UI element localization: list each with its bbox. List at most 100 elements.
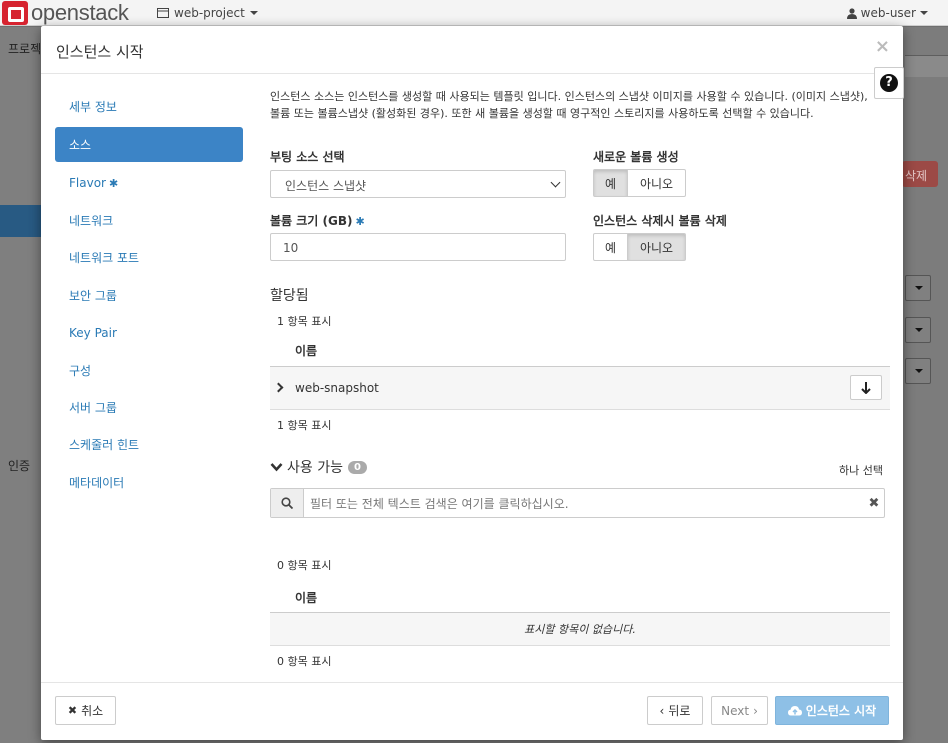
chevron-down-icon xyxy=(270,463,283,472)
nav-label: 구성 xyxy=(69,363,92,378)
background-sidebar xyxy=(0,27,42,743)
cloud-upload-icon xyxy=(787,706,802,716)
nav-item-flavor[interactable]: Flavor ✱ xyxy=(55,164,243,201)
volume-size-label-text: 볼륨 크기 (GB) xyxy=(270,214,353,228)
volume-size-label: 볼륨 크기 (GB) ✱ xyxy=(270,212,365,229)
clear-search-icon[interactable]: ✖ xyxy=(864,489,884,517)
source-step-content: 인스턴스 소스는 인스턴스를 생성할 때 사용되는 템플릿 입니다. 인스턴스의… xyxy=(270,88,890,668)
boot-source-value: 인스턴스 스냅샷 xyxy=(285,179,367,193)
nav-item-networks[interactable]: 네트워크 xyxy=(55,202,243,239)
next-button[interactable]: Next › xyxy=(711,696,768,725)
search-icon-addon xyxy=(271,489,304,517)
nav-label: 보안 그룹 xyxy=(69,288,117,303)
cancel-label: 취소 xyxy=(81,704,104,718)
nav-item-source[interactable]: 소스 xyxy=(55,127,243,163)
table-divider xyxy=(270,645,890,646)
launch-label: 인스턴스 시작 xyxy=(805,704,877,718)
dialog-title: 인스턴스 시작 xyxy=(56,43,144,61)
deallocate-button[interactable] xyxy=(850,375,882,400)
sidebar-item-identity: 인증 xyxy=(8,459,31,473)
nav-label: 서버 그룹 xyxy=(69,400,117,415)
nav-item-configuration[interactable]: 구성 xyxy=(55,351,243,388)
close-icon[interactable]: × xyxy=(875,38,890,56)
brand-name: openstack xyxy=(31,0,129,25)
background-filter-field xyxy=(905,55,948,77)
nav-label: 네트워크 포트 xyxy=(69,251,140,266)
background-action-dropdown xyxy=(905,317,931,343)
delete-volume-no-button[interactable]: 아니오 xyxy=(628,233,686,261)
delete-volume-toggle: 예 아니오 xyxy=(593,233,686,261)
allocated-column-name: 이름 xyxy=(295,344,318,358)
chevron-down-icon xyxy=(915,328,923,332)
cancel-button[interactable]: ✖ 취소 xyxy=(55,696,116,725)
allocated-count-bottom: 1 항목 표시 xyxy=(277,419,332,432)
nav-item-details[interactable]: 세부 정보 xyxy=(55,88,243,125)
project-name: web-project xyxy=(174,6,245,20)
background-action-dropdown xyxy=(905,275,931,301)
available-count: 0 항목 표시 xyxy=(277,559,332,572)
dialog-header: 인스턴스 시작 × xyxy=(41,26,903,74)
nav-label: 스케줄러 힌트 xyxy=(69,438,140,453)
create-volume-label: 새로운 볼륨 생성 xyxy=(593,150,679,164)
create-volume-yes-button[interactable]: 예 xyxy=(593,169,628,197)
wizard-nav: 세부 정보 소스 Flavor ✱ 네트워크 네트워크 포트 보안 그룹 Key … xyxy=(55,88,243,501)
background-delete-button: 삭제 xyxy=(902,161,938,187)
nav-item-metadata[interactable]: 메타데이터 xyxy=(55,464,243,501)
chevron-down-icon xyxy=(550,177,561,188)
volume-size-input[interactable]: 10 xyxy=(270,233,566,261)
back-button[interactable]: ‹ 뒤로 xyxy=(647,696,703,725)
nav-label: Flavor xyxy=(69,176,106,191)
empty-table-message: 표시할 항목이 없습니다. xyxy=(524,623,636,636)
nav-label: 소스 xyxy=(69,138,92,153)
close-icon: ✖ xyxy=(67,704,78,717)
required-icon: ✱ xyxy=(108,176,119,190)
available-column-name: 이름 xyxy=(295,591,318,605)
available-search: 필터 또는 전체 텍스트 검색은 여기를 클릭하십시오. ✖ xyxy=(270,488,885,518)
chevron-down-icon xyxy=(249,11,258,15)
nav-label: 메타데이터 xyxy=(69,475,125,490)
available-count-bottom: 0 항목 표시 xyxy=(277,655,332,668)
search-input[interactable]: 필터 또는 전체 텍스트 검색은 여기를 클릭하십시오. xyxy=(304,489,864,517)
chevron-down-icon xyxy=(920,11,928,15)
openstack-logo-icon xyxy=(2,1,28,25)
nav-label: 네트워크 xyxy=(69,213,114,228)
sidebar-active-item xyxy=(0,205,42,237)
arrow-down-icon xyxy=(861,381,871,394)
chevron-right-icon: › xyxy=(753,703,758,718)
boot-source-label: 부팅 소스 선택 xyxy=(270,150,345,164)
user-name: web-user xyxy=(860,6,916,20)
nav-item-network-ports[interactable]: 네트워크 포트 xyxy=(55,239,243,276)
source-description: 인스턴스 소스는 인스턴스를 생성할 때 사용되는 템플릿 입니다. 인스턴스의… xyxy=(270,90,868,120)
back-label: 뒤로 xyxy=(668,704,691,718)
nav-label: 세부 정보 xyxy=(69,100,117,115)
required-icon: ✱ xyxy=(355,215,365,228)
nav-item-security-groups[interactable]: 보안 그룹 xyxy=(55,277,243,314)
openstack-logo[interactable]: openstack xyxy=(0,0,129,26)
available-section-title[interactable]: 사용 가능 0 xyxy=(270,457,367,477)
available-title-text: 사용 가능 xyxy=(287,460,343,476)
boot-source-select[interactable]: 인스턴스 스냅샷 xyxy=(270,170,566,198)
project-icon xyxy=(157,8,169,18)
create-volume-no-button[interactable]: 아니오 xyxy=(628,169,686,197)
next-label: Next xyxy=(721,703,750,718)
delete-volume-yes-button[interactable]: 예 xyxy=(593,233,628,261)
select-one-hint: 하나 선택 xyxy=(839,464,883,477)
user-icon xyxy=(846,7,857,19)
launch-instance-dialog: 인스턴스 시작 × ? 세부 정보 소스 Flavor ✱ 네트워크 네트워크 포… xyxy=(41,26,904,740)
chevron-left-icon: ‹ xyxy=(659,703,665,718)
allocated-section-title: 할당됨 xyxy=(270,288,309,304)
create-volume-toggle: 예 아니오 xyxy=(593,169,686,197)
nav-item-scheduler-hints[interactable]: 스케줄러 힌트 xyxy=(55,426,243,463)
top-navbar: openstack web-project web-user xyxy=(0,0,948,26)
launch-instance-button[interactable]: 인스턴스 시작 xyxy=(775,696,889,725)
nav-item-key-pair[interactable]: Key Pair xyxy=(55,314,243,351)
delete-volume-label: 인스턴스 삭제시 볼륨 삭제 xyxy=(593,214,727,228)
background-action-dropdown xyxy=(905,358,931,384)
project-selector[interactable]: web-project xyxy=(157,6,258,20)
allocated-count: 1 항목 표시 xyxy=(277,315,332,328)
chevron-down-icon xyxy=(915,286,923,290)
sidebar-item-project: 프로젝 xyxy=(8,42,42,56)
nav-item-server-groups[interactable]: 서버 그룹 xyxy=(55,389,243,426)
user-menu[interactable]: web-user xyxy=(846,6,928,20)
search-icon xyxy=(281,497,293,509)
